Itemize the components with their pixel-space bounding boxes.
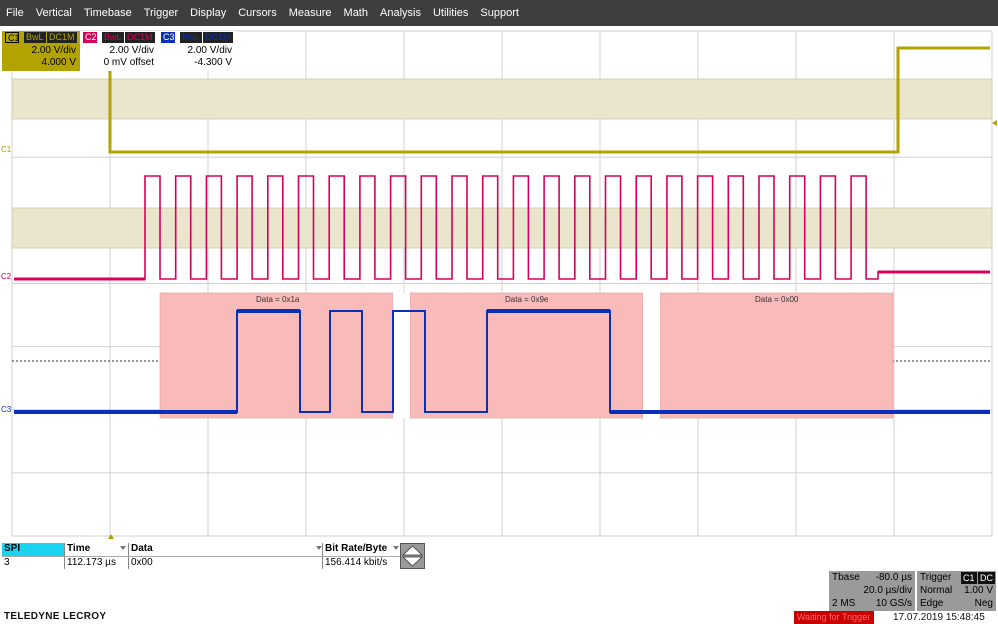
c1-scale: 2.00 V/div	[31, 45, 76, 56]
c3-offset: -4.300 V	[194, 57, 232, 68]
menu-cursors[interactable]: Cursors	[232, 0, 283, 26]
c1-coupling-tag: DC1M	[47, 32, 77, 43]
timebase-descriptor[interactable]: Tbase -80.0 µs 20.0 µs/div 2 MS 10 GS/s	[829, 571, 915, 611]
trigger-slope: Neg	[974, 598, 993, 609]
menu-support[interactable]: Support	[474, 0, 525, 26]
sort-arrow-icon[interactable]	[393, 546, 399, 550]
c1-offset: 4.000 V	[41, 57, 76, 68]
waveform-display[interactable]: Data = 0x1a Data = 0x9e Data = 0x00 C1 C2 C3	[0, 26, 998, 540]
spi-index-cell[interactable]: 3	[2, 556, 64, 569]
trigger-coupling: DC	[978, 572, 995, 584]
bitrate-header[interactable]: Bit Rate/Byte	[322, 543, 400, 556]
menu-trigger[interactable]: Trigger	[138, 0, 184, 26]
trigger-level: 1.00 V	[964, 585, 993, 596]
menu-display[interactable]: Display	[184, 0, 232, 26]
trigger-status: Waiting for Trigger	[794, 611, 874, 624]
c1-descriptor[interactable]: C1 BwL DC1M 2.00 V/div 4.000 V	[2, 31, 80, 71]
timebase-label: Tbase	[832, 572, 860, 583]
trigger-descriptor[interactable]: Trigger C1 DC Normal 1.00 V Edge Neg	[917, 571, 996, 611]
c3-label: C3	[161, 32, 175, 43]
time-header[interactable]: Time	[64, 543, 128, 556]
c2-marker-label: C2	[1, 272, 12, 281]
menu-timebase[interactable]: Timebase	[78, 0, 138, 26]
spi-header[interactable]: SPI	[2, 543, 64, 556]
c1-label: C1	[5, 32, 20, 43]
spi-table[interactable]: SPI Time Data Bit Rate/Byte 3 112.173 µs…	[0, 543, 400, 569]
c2-label: C2	[83, 32, 97, 43]
c2-descriptor[interactable]: C2 BwL DC1M 2.00 V/div 0 mV offset	[80, 31, 158, 71]
c1-marker-label: C1	[1, 145, 12, 154]
time-cell[interactable]: 112.173 µs	[64, 556, 128, 569]
sort-arrow-icon[interactable]	[120, 546, 126, 550]
menu-analysis[interactable]: Analysis	[374, 0, 427, 26]
decode-label: Data = 0x00	[755, 295, 799, 304]
menu-measure[interactable]: Measure	[283, 0, 338, 26]
decode-box	[659, 292, 894, 419]
decode-label: Data = 0x1a	[256, 295, 300, 304]
c3-scale: 2.00 V/div	[187, 45, 232, 56]
timebase-delay: -80.0 µs	[875, 572, 912, 583]
trigger-mode: Normal	[920, 585, 953, 596]
menu-math[interactable]: Math	[338, 0, 374, 26]
menu-vertical[interactable]: Vertical	[30, 0, 78, 26]
decode-label: Data = 0x9e	[505, 295, 549, 304]
c3-bandwidth-tag: BwL	[180, 32, 202, 43]
c1-threshold-band	[11, 78, 993, 120]
menu-file[interactable]: File	[0, 0, 30, 26]
bitrate-cell[interactable]: 156.414 kbit/s	[322, 556, 400, 569]
scroll-updown-button[interactable]	[400, 543, 425, 569]
up-down-arrow-icon	[401, 545, 424, 567]
trigger-source: C1	[961, 572, 977, 584]
c3-marker-label: C3	[1, 405, 12, 414]
data-cell[interactable]: 0x00	[128, 556, 322, 569]
c1-bandwidth-tag: BwL	[24, 32, 46, 43]
c2-bandwidth-tag: BwL	[102, 32, 124, 43]
menu-utilities[interactable]: Utilities	[427, 0, 474, 26]
timebase-per-div: 20.0 µs/div	[863, 585, 912, 596]
brand-logo: TELEDYNE LECROY	[4, 611, 107, 622]
trigger-type: Edge	[920, 598, 944, 609]
trigger-label: Trigger	[920, 572, 952, 583]
c3-coupling-tag: DC1M	[203, 32, 233, 43]
data-header[interactable]: Data	[128, 543, 322, 556]
timestamp: 17.07.2019 15:48:45	[893, 612, 985, 623]
c2-scale: 2.00 V/div	[109, 45, 154, 56]
c2-threshold-band	[11, 207, 993, 249]
decode-gap	[643, 293, 660, 418]
timebase-samples: 2 MS	[832, 598, 856, 609]
c3-descriptor[interactable]: C3 BwL DC1M 2.00 V/div -4.300 V	[158, 31, 236, 71]
c2-offset: 0 mV offset	[103, 57, 154, 68]
menu-bar: File Vertical Timebase Trigger Display Cursor…	[0, 0, 998, 26]
timebase-rate: 10 GS/s	[875, 598, 912, 609]
c2-coupling-tag: DC1M	[125, 32, 155, 43]
